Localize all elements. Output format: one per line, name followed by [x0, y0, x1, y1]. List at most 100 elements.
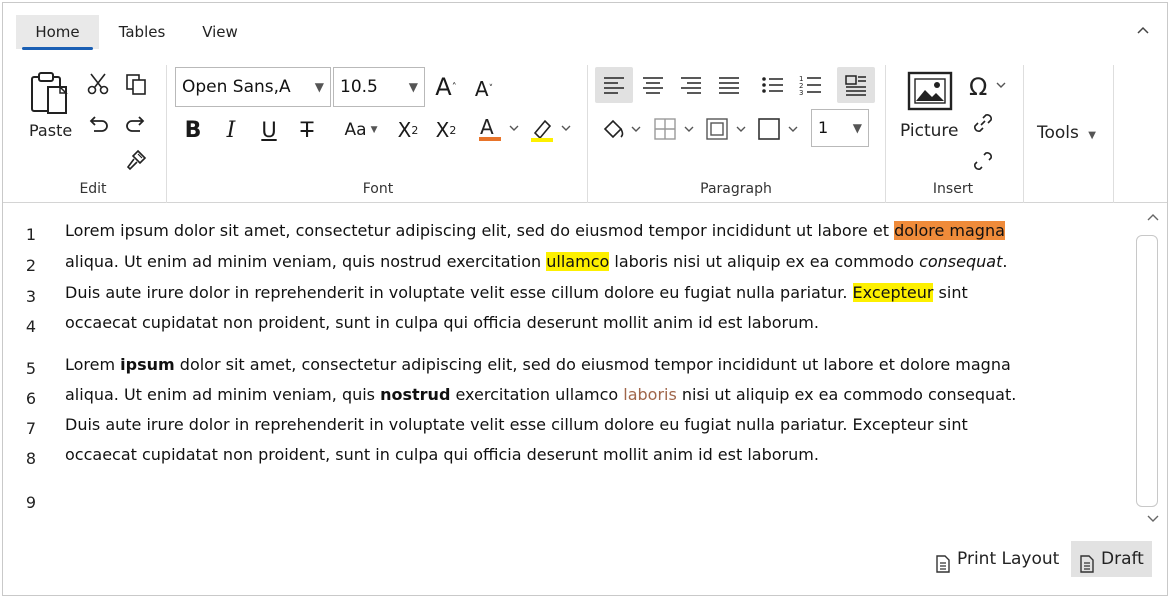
- redo-icon[interactable]: [123, 111, 149, 137]
- svg-text:A: A: [480, 115, 494, 139]
- text-line[interactable]: aliqua. Ut enim ad minim veniam, quis no…: [65, 385, 1016, 404]
- align-right-icon[interactable]: [673, 67, 709, 103]
- tab-tables[interactable]: Tables: [107, 15, 177, 49]
- tab-home-label: Home: [35, 23, 80, 41]
- chevron-down-icon: ▼: [314, 80, 324, 94]
- line-number: 7: [25, 419, 37, 438]
- chevron-down-icon: ▼: [408, 80, 418, 94]
- italic-icon[interactable]: I: [217, 115, 245, 145]
- print-layout-button[interactable]: Print Layout: [927, 541, 1067, 577]
- group-divider: [587, 65, 588, 203]
- font-size-select[interactable]: 10.5 ▼: [333, 67, 425, 107]
- align-center-icon[interactable]: [635, 67, 671, 103]
- numbered-list-icon[interactable]: 123: [793, 67, 829, 103]
- highlighted-text: dolore magna: [894, 221, 1005, 240]
- grow-font-icon[interactable]: A ˄: [431, 73, 461, 101]
- text-line[interactable]: Lorem ipsum dolor sit amet, consectetur …: [65, 355, 1011, 374]
- superscript-icon[interactable]: X2: [393, 115, 423, 145]
- text-run: Lorem ipsum dolor sit amet, consectetur …: [65, 221, 895, 240]
- chevron-down-icon: ▼: [1088, 130, 1096, 141]
- text-line[interactable]: Duis aute irure dolor in reprehenderit i…: [65, 415, 968, 434]
- text-line[interactable]: occaecat cupidatat non proident, sunt in…: [65, 445, 819, 464]
- svg-text:3: 3: [799, 89, 803, 96]
- svg-text:Ω: Ω: [969, 73, 987, 101]
- bold-text: ipsum: [120, 355, 175, 374]
- italic-text: consequat: [919, 252, 1003, 271]
- line-number: 9: [25, 493, 37, 512]
- highlight-color-icon[interactable]: [529, 113, 577, 145]
- draft-label: Draft: [1101, 549, 1144, 569]
- bold-icon[interactable]: B: [179, 115, 207, 145]
- tab-bar: Home Tables View: [3, 3, 1167, 51]
- bullet-list-icon[interactable]: [755, 67, 791, 103]
- collapse-ribbon-icon[interactable]: [1135, 23, 1151, 39]
- font-family-select[interactable]: Open Sans,A ▼: [175, 67, 331, 107]
- line-number: 8: [25, 449, 37, 468]
- line-number: 1: [25, 225, 37, 244]
- picture-button[interactable]: Picture: [900, 121, 958, 141]
- chevron-down-icon: ▼: [852, 121, 862, 135]
- ribbon: Paste Edit Open Sans,A ▼ 10.5 ▼ A ˄ A ˅ B: [3, 57, 1167, 203]
- print-layout-label: Print Layout: [957, 549, 1060, 569]
- copy-icon[interactable]: [123, 71, 149, 97]
- paragraph-group-label: Paragraph: [700, 181, 772, 197]
- text-run: sint: [933, 283, 968, 302]
- insert-group-label: Insert: [932, 181, 974, 197]
- symbol-icon[interactable]: Ω: [967, 71, 1015, 101]
- line-number: 5: [25, 359, 37, 378]
- text-run: .: [1002, 252, 1008, 271]
- tab-home[interactable]: Home: [16, 15, 99, 50]
- font-color-icon[interactable]: A: [477, 113, 525, 145]
- tools-dropdown[interactable]: Tools ▼: [1037, 123, 1096, 143]
- line-number: 4: [25, 317, 37, 336]
- change-case-icon[interactable]: Aa ▼: [339, 115, 383, 145]
- justify-icon[interactable]: [711, 67, 747, 103]
- draft-button[interactable]: Draft: [1071, 541, 1152, 577]
- paste-button[interactable]: Paste: [29, 121, 72, 140]
- scroll-up-icon[interactable]: [1147, 211, 1159, 225]
- show-formatting-icon[interactable]: [837, 67, 875, 103]
- paragraph-shading-icon[interactable]: [599, 113, 647, 145]
- shrink-font-icon[interactable]: A ˅: [469, 75, 499, 103]
- subscript-icon[interactable]: X2: [431, 115, 461, 145]
- edit-group-label: Edit: [79, 181, 107, 197]
- tab-view[interactable]: View: [189, 15, 251, 49]
- group-divider: [1023, 65, 1024, 203]
- text-run: laboris nisi ut aliquip ex ea commodo: [609, 252, 920, 271]
- active-tab-indicator: [22, 47, 93, 50]
- picture-icon[interactable]: [905, 69, 955, 113]
- vertical-scrollbar[interactable]: [1136, 235, 1158, 507]
- undo-icon[interactable]: [85, 111, 111, 137]
- strikethrough-icon[interactable]: T: [293, 115, 321, 145]
- link-icon[interactable]: [969, 109, 997, 137]
- paste-icon[interactable]: [25, 67, 77, 119]
- cut-icon[interactable]: [85, 71, 111, 97]
- outside-borders-icon[interactable]: [755, 113, 805, 145]
- line-number: 3: [25, 287, 37, 306]
- text-run: dolor sit amet, consectetur adipiscing e…: [174, 355, 1011, 374]
- underline-icon[interactable]: U: [255, 115, 283, 145]
- text-run: nisi ut aliquip ex ea commodo consequat.: [676, 385, 1017, 404]
- highlighted-text: Excepteur: [852, 283, 934, 302]
- text-run: Duis aute irure dolor in reprehenderit i…: [65, 283, 853, 302]
- unlink-icon[interactable]: [969, 147, 997, 175]
- text-line[interactable]: Duis aute irure dolor in reprehenderit i…: [65, 283, 968, 302]
- indent-level-value: 1: [818, 118, 829, 137]
- bold-text: nostrud: [380, 385, 451, 404]
- text-line[interactable]: aliqua. Ut enim ad minim veniam, quis no…: [65, 252, 1007, 271]
- text-run: Lorem: [65, 355, 121, 374]
- borders-icon[interactable]: [651, 113, 701, 145]
- indent-level-select[interactable]: 1 ▼: [811, 109, 869, 147]
- group-divider: [166, 65, 167, 203]
- text-run: exercitation ullamco: [450, 385, 624, 404]
- align-left-icon[interactable]: [595, 67, 633, 103]
- document-icon: [1079, 550, 1095, 586]
- scroll-down-icon[interactable]: [1147, 513, 1159, 527]
- inside-borders-icon[interactable]: [703, 113, 753, 145]
- text-line[interactable]: Lorem ipsum dolor sit amet, consectetur …: [65, 221, 1005, 240]
- text-line[interactable]: occaecat cupidatat non proident, sunt in…: [65, 313, 819, 332]
- font-family-value: Open Sans,A: [182, 77, 291, 97]
- font-group-label: Font: [362, 181, 394, 197]
- format-painter-icon[interactable]: [123, 147, 149, 173]
- line-number: 6: [25, 389, 37, 408]
